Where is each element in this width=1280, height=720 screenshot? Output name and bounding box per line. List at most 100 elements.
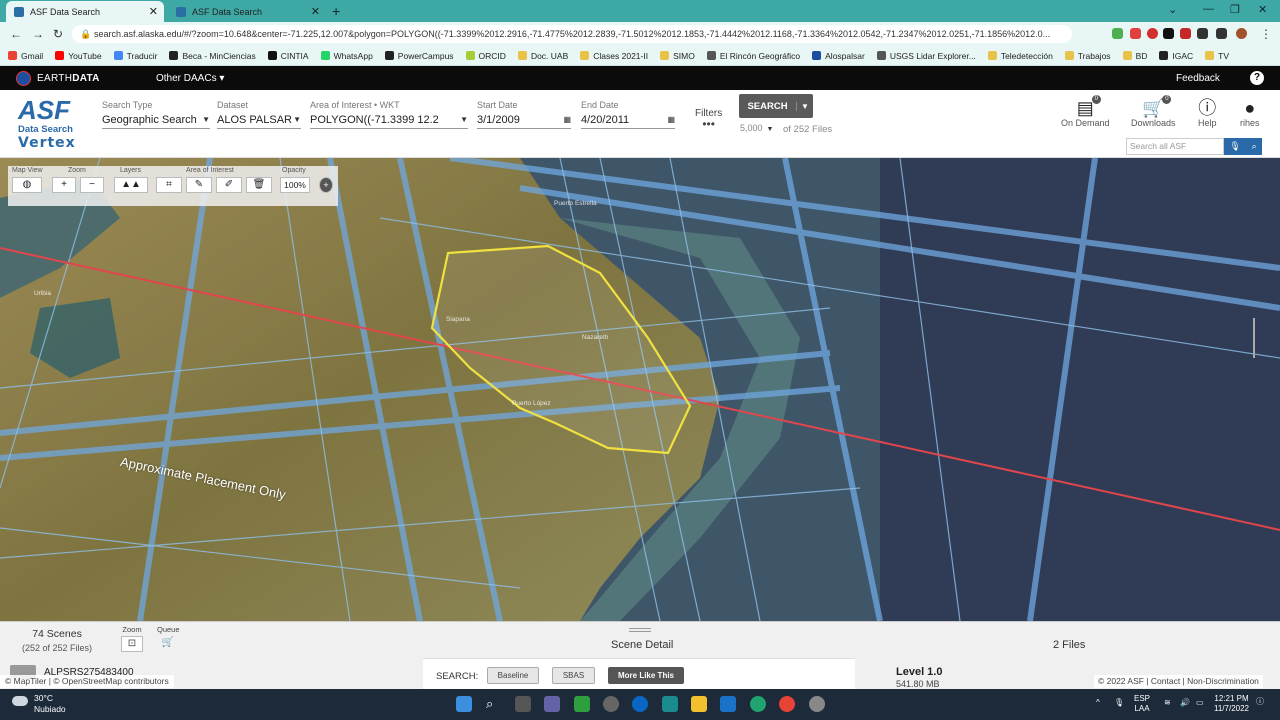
clock[interactable]: 12:21 PM 11/7/2022 — [1214, 694, 1249, 714]
bookmark-item[interactable]: SIMO — [660, 51, 695, 61]
weather-widget[interactable]: 30°C Nubiado — [12, 693, 66, 715]
close-tab-icon[interactable]: ✕ — [149, 5, 158, 18]
draw-box-icon[interactable]: ⌗ — [156, 177, 182, 193]
bookmark-item[interactable]: USGS Lidar Explorer... — [876, 51, 976, 61]
search-button[interactable]: SEARCH ▼ — [739, 94, 813, 118]
map-scrollbar[interactable] — [1253, 318, 1255, 358]
microphone-icon[interactable]: 🎙 — [1114, 698, 1124, 708]
filters-button[interactable]: Filters ••• — [695, 108, 722, 131]
tray-chevron-icon[interactable]: ^ — [1096, 698, 1100, 708]
bookmark-item[interactable]: WhatsApp — [320, 51, 373, 61]
obs-icon[interactable] — [603, 696, 619, 712]
extension-icon[interactable] — [1163, 28, 1174, 39]
notification-icon[interactable]: ⓘ — [1256, 697, 1264, 707]
on-demand-button[interactable]: ▤ 0 On Demand — [1061, 95, 1110, 128]
calendar-icon[interactable]: ▦ — [667, 115, 675, 124]
task-view-icon[interactable] — [515, 696, 531, 712]
map-view[interactable]: Approximate Placement Only Puerto Estrel… — [0, 158, 1280, 621]
sbas-button[interactable]: SBAS — [552, 667, 595, 684]
reload-icon[interactable]: ↻ — [53, 27, 63, 41]
map-canvas[interactable] — [0, 158, 1280, 621]
aoi-wkt-field[interactable]: Area of Interest • WKT POLYGON((-71.3399… — [310, 100, 468, 129]
edge-dev-icon[interactable] — [632, 696, 648, 712]
bookmark-item[interactable]: El Rincón Geográfico — [706, 51, 800, 61]
bookmark-item[interactable]: PowerCampus — [384, 51, 454, 61]
trash-icon[interactable]: 🗑 — [246, 177, 272, 193]
new-tab-icon[interactable]: + — [332, 3, 340, 19]
chrome-icon[interactable] — [779, 696, 795, 712]
bookmark-item[interactable]: Trabajos — [1064, 51, 1111, 61]
microphone-icon[interactable]: 🎙 — [1229, 141, 1240, 152]
chrome-profile-icon[interactable] — [809, 696, 825, 712]
zoom-extent-icon[interactable]: ⊡ — [121, 636, 143, 652]
more-like-this-button[interactable]: More Like This — [608, 667, 684, 684]
help-icon[interactable]: ? — [1250, 71, 1264, 85]
file-explorer-icon[interactable] — [691, 696, 707, 712]
bookmark-item[interactable]: CINTIA — [267, 51, 309, 61]
bookmark-item[interactable]: TV — [1205, 51, 1229, 61]
bookmark-item[interactable]: Traducir — [113, 51, 157, 61]
help-button[interactable]: ⓘ Help — [1198, 98, 1217, 128]
asf-footer-links[interactable]: © 2022 ASF | Contact | Non-Discriminatio… — [1094, 675, 1263, 688]
add-layer-icon[interactable]: + — [319, 177, 333, 193]
add-to-queue-icon[interactable]: 🛒 — [157, 636, 179, 652]
end-date-field[interactable]: End Date 4/20/2011 ▦ — [581, 100, 675, 129]
sidebar-icon[interactable] — [1216, 28, 1227, 39]
tab-search-icon[interactable]: ⌄ — [1168, 3, 1177, 16]
back-icon[interactable]: ← — [10, 27, 22, 41]
nasa-logo-icon[interactable] — [16, 71, 31, 86]
extension-icon[interactable] — [1130, 28, 1141, 39]
search-all-asf-input[interactable]: Search all ASF — [1126, 138, 1224, 155]
bookmark-item[interactable]: Gmail — [8, 51, 43, 61]
user-button[interactable]: ● rihes — [1240, 98, 1260, 128]
dataset-select[interactable]: Dataset ALOS PALSAR ▼ — [217, 100, 301, 129]
search-icon[interactable]: ⌕ — [486, 696, 502, 712]
map-attribution[interactable]: © MapTiler | © OpenStreetMap contributor… — [0, 675, 174, 688]
volume-icon[interactable]: 🔊 — [1180, 698, 1190, 708]
app-icon[interactable] — [662, 696, 678, 712]
max-results-select[interactable]: 5,000 ▼ — [740, 123, 773, 133]
search-icon[interactable]: ⌕ — [1252, 141, 1257, 152]
bookmark-item[interactable]: Clases 2021-II — [580, 51, 648, 61]
extension-icon[interactable] — [1147, 28, 1158, 39]
bookmark-item[interactable]: ORCID — [465, 51, 506, 61]
feedback-link[interactable]: Feedback — [1176, 73, 1220, 84]
camtasia-icon[interactable] — [574, 696, 590, 712]
zoom-in-button[interactable]: + — [52, 177, 76, 193]
search-options-chevron-icon[interactable]: ▼ — [796, 101, 813, 111]
mail-icon[interactable] — [720, 696, 736, 712]
extension-icon[interactable] — [1180, 28, 1191, 39]
bookmark-item[interactable]: Teledetección — [987, 51, 1053, 61]
close-window-icon[interactable]: ✕ — [1258, 3, 1267, 16]
draw-pen-icon[interactable]: ✎ — [186, 177, 212, 193]
layers-mountain-icon[interactable]: ▲▲ — [114, 177, 148, 193]
opacity-select[interactable]: 100% — [280, 177, 310, 193]
language-indicator[interactable]: ESP LAA — [1134, 694, 1150, 714]
menu-icon[interactable]: ⋮ — [1260, 27, 1272, 41]
forward-icon[interactable]: → — [32, 27, 44, 41]
wifi-icon[interactable]: ≋ — [1164, 698, 1171, 708]
earthdata-brand[interactable]: EARTHDATA — [37, 73, 100, 84]
edit-polygon-icon[interactable]: ✐ — [216, 177, 242, 193]
other-daacs-menu[interactable]: Other DAACs ▾ — [156, 73, 224, 84]
extensions-puzzle-icon[interactable] — [1197, 28, 1208, 39]
minimize-icon[interactable]: — — [1203, 3, 1214, 15]
battery-icon[interactable]: ▭ — [1196, 698, 1204, 708]
bookmark-item[interactable]: Alospalsar — [812, 51, 865, 61]
calendar-icon[interactable]: ▦ — [563, 115, 571, 124]
search-type-select[interactable]: Search Type Geographic Search ▼ — [102, 100, 210, 129]
edge-icon[interactable] — [750, 696, 766, 712]
asf-logo[interactable]: ASF Data Search Vertex — [18, 97, 82, 151]
bookmark-item[interactable]: IGAC — [1159, 51, 1193, 61]
extension-icon[interactable] — [1112, 28, 1123, 39]
profile-avatar[interactable] — [1236, 28, 1247, 39]
windows-start-icon[interactable] — [456, 696, 472, 712]
globe-icon[interactable]: ◍ — [12, 177, 42, 193]
queue-all[interactable]: Queue 🛒 — [157, 625, 180, 652]
teams-icon[interactable] — [544, 696, 560, 712]
bookmark-item[interactable]: YouTube — [55, 51, 102, 61]
restore-icon[interactable]: ❐ — [1230, 3, 1240, 16]
start-date-field[interactable]: Start Date 3/1/2009 ▦ — [477, 100, 571, 129]
browser-tab-active[interactable]: ASF Data Search ✕ — [6, 1, 164, 22]
bookmark-item[interactable]: Beca - MinCiencias — [169, 51, 256, 61]
